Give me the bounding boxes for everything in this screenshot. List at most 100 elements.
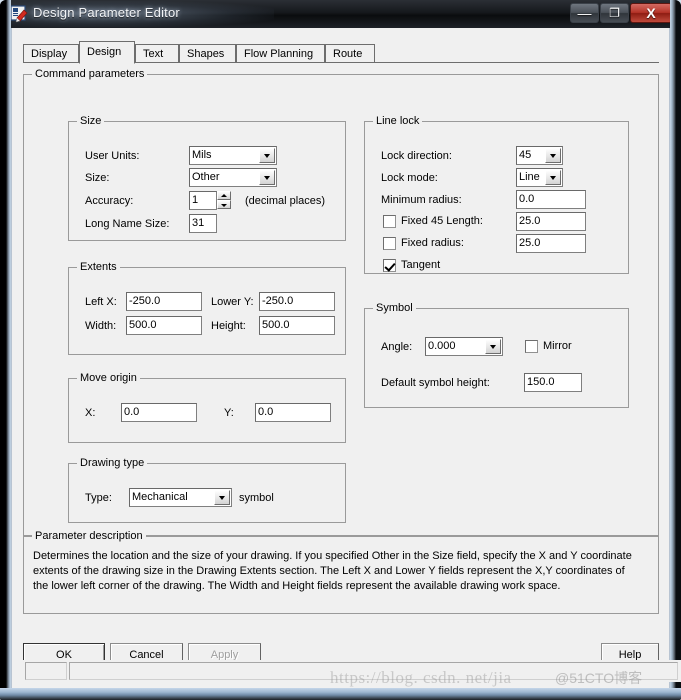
group-extents-legend: Extents <box>77 261 120 273</box>
accuracy-suffix-label: (decimal places) <box>245 195 326 207</box>
spin-down-icon[interactable] <box>217 200 231 209</box>
tab-flow-planning-label: Flow Planning <box>244 48 314 60</box>
drawing-type-combo[interactable]: Mechanical <box>129 488 232 507</box>
minimize-icon: — <box>577 5 592 21</box>
app-editor-icon <box>10 5 28 23</box>
window-title: Design Parameter Editor <box>33 5 180 20</box>
chevron-down-icon[interactable] <box>545 148 561 163</box>
window-border-right <box>670 0 681 700</box>
width-input[interactable]: 500.0 <box>126 316 202 335</box>
tab-shapes[interactable]: Shapes <box>179 44 236 63</box>
tab-strip: Display Design Text Shapes Flow Planning… <box>23 41 659 64</box>
width-label: Width: <box>85 320 117 332</box>
tangent-label: Tangent <box>401 259 441 271</box>
mirror-label: Mirror <box>543 340 572 352</box>
maximize-icon: ❐ <box>609 6 620 20</box>
chevron-down-icon[interactable] <box>259 148 275 163</box>
size-combo[interactable]: Other <box>189 168 277 187</box>
tab-shapes-label: Shapes <box>187 48 225 60</box>
lock-direction-combo[interactable]: 45 <box>516 146 563 165</box>
checkbox-box <box>383 259 396 272</box>
group-drawing-type-legend: Drawing type <box>77 457 148 469</box>
tab-display-label: Display <box>31 48 68 60</box>
status-pane-1 <box>25 662 67 680</box>
chevron-down-icon[interactable] <box>485 339 501 354</box>
tab-design[interactable]: Design <box>79 41 135 64</box>
default-symbol-height-input[interactable]: 150.0 <box>524 373 582 392</box>
tab-route-label: Route <box>333 48 363 60</box>
checkbox-box <box>525 340 538 353</box>
group-symbol: Symbol Angle: 0.000 Mirror Default symbo… <box>364 302 629 408</box>
angle-label: Angle: <box>381 341 413 353</box>
move-origin-x-input[interactable]: 0.0 <box>121 403 197 422</box>
close-icon: X <box>646 5 656 21</box>
lock-mode-combo[interactable]: Line <box>516 168 563 187</box>
fixed-45-length-label: Fixed 45 Length: <box>401 215 483 227</box>
fixed-radius-input[interactable]: 25.0 <box>516 234 586 253</box>
maximize-button[interactable]: ❐ <box>600 3 629 23</box>
group-size-legend: Size <box>77 115 105 127</box>
lower-y-label: Lower Y: <box>211 296 254 308</box>
group-extents: Extents Left X: -250.0 Lower Y: -250.0 W… <box>68 261 346 355</box>
lock-direction-label: Lock direction: <box>381 150 452 162</box>
tab-text-label: Text <box>143 48 164 60</box>
window-border-left <box>0 0 11 700</box>
size-value: Other <box>192 171 220 183</box>
angle-value: 0.000 <box>428 340 456 352</box>
lock-direction-value: 45 <box>519 149 532 161</box>
user-units-label: User Units: <box>85 150 140 162</box>
group-line-lock: Line lock Lock direction: 45 Lock mode: … <box>364 115 629 274</box>
lock-mode-label: Lock mode: <box>381 172 438 184</box>
spin-up-icon[interactable] <box>217 191 231 200</box>
move-origin-y-input[interactable]: 0.0 <box>255 403 331 422</box>
accuracy-label: Accuracy: <box>85 195 134 207</box>
group-size: Size User Units: Mils Size: Other Accura… <box>68 115 346 241</box>
group-command-parameters: Command parameters Size User Units: Mils… <box>23 68 659 536</box>
tab-display[interactable]: Display <box>23 44 79 63</box>
move-origin-y-label: Y: <box>224 407 234 419</box>
application-window: Design Parameter Editor — ❐ X Display De… <box>0 0 681 700</box>
minimum-radius-input[interactable]: 0.0 <box>516 190 586 209</box>
left-x-input[interactable]: -250.0 <box>126 292 202 311</box>
drawing-type-suffix-label: symbol <box>239 492 274 504</box>
group-drawing-type: Drawing type Type: Mechanical symbol <box>68 457 346 523</box>
chevron-down-icon[interactable] <box>545 170 561 185</box>
height-input[interactable]: 500.0 <box>259 316 335 335</box>
group-move-origin: Move origin X: 0.0 Y: 0.0 <box>68 372 346 443</box>
close-button[interactable]: X <box>630 3 672 23</box>
chevron-down-icon[interactable] <box>214 490 230 505</box>
left-x-label: Left X: <box>85 296 117 308</box>
chevron-down-icon[interactable] <box>259 170 275 185</box>
long-name-size-label: Long Name Size: <box>85 218 170 230</box>
parameter-description-text: Determines the location and the size of … <box>33 550 632 592</box>
minimum-radius-label: Minimum radius: <box>381 194 462 206</box>
user-units-value: Mils <box>192 149 212 161</box>
status-bar <box>23 660 681 682</box>
tab-design-label: Design <box>87 46 122 58</box>
accuracy-input[interactable]: 1 <box>189 191 217 210</box>
fixed-radius-label: Fixed radius: <box>401 237 464 249</box>
default-symbol-height-label: Default symbol height: <box>381 377 490 389</box>
group-move-origin-legend: Move origin <box>77 372 140 384</box>
angle-combo[interactable]: 0.000 <box>425 337 503 356</box>
lock-mode-value: Line <box>519 171 540 183</box>
height-label: Height: <box>211 320 246 332</box>
group-parameter-description: Parameter description Determines the loc… <box>23 530 659 614</box>
tab-flow-planning[interactable]: Flow Planning <box>236 44 325 63</box>
user-units-combo[interactable]: Mils <box>189 146 277 165</box>
group-parameter-description-legend: Parameter description <box>32 530 146 542</box>
checkbox-box <box>383 215 396 228</box>
long-name-size-input[interactable]: 31 <box>189 214 217 233</box>
drawing-type-value: Mechanical <box>132 491 188 503</box>
tab-text[interactable]: Text <box>135 44 179 63</box>
checkbox-box <box>383 237 396 250</box>
group-command-parameters-legend: Command parameters <box>32 68 148 80</box>
title-bar: Design Parameter Editor — ❐ X <box>0 0 681 28</box>
status-pane-2 <box>69 662 678 680</box>
dialog-client-area: Display Design Text Shapes Flow Planning… <box>11 28 681 688</box>
lower-y-input[interactable]: -250.0 <box>259 292 335 311</box>
minimize-button[interactable]: — <box>570 3 599 23</box>
tab-route[interactable]: Route <box>325 44 375 63</box>
fixed-45-length-input[interactable]: 25.0 <box>516 212 586 231</box>
group-line-lock-legend: Line lock <box>373 115 423 127</box>
